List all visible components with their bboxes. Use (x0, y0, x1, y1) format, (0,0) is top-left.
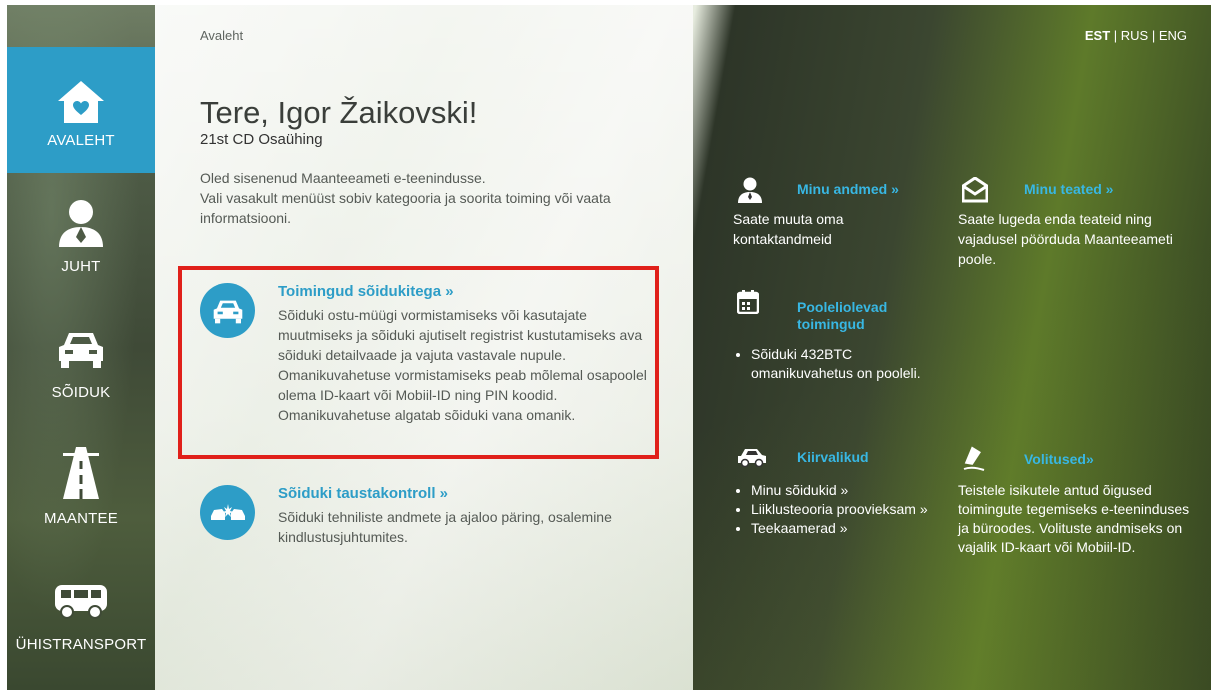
my-data-link[interactable]: Minu andmed » (797, 181, 899, 198)
quick-link-theory-exam[interactable]: Liiklusteooria proovieksam » (751, 500, 973, 519)
car-crash-icon[interactable] (200, 485, 255, 540)
sidebar-item-maantee[interactable]: MAANTEE (7, 425, 155, 551)
sidebar-item-label: JUHT (61, 258, 101, 275)
language-switcher: EST | RUS | ENG (1085, 28, 1187, 43)
pending-list: Sõiduki 432BTC omanikuvahetus on pooleli… (733, 345, 951, 383)
quick-links-list: Minu sõidukid » Liiklusteooria proovieks… (733, 481, 973, 538)
home-icon (58, 81, 104, 123)
powers-link[interactable]: Volitused» (1024, 451, 1094, 468)
vehicle-operations-text: Sõiduki ostu-müügi vormistamiseks või ka… (278, 307, 647, 423)
card-vehicle-operations: Toimingud sõidukitega » Sõiduki ostu-müü… (200, 283, 660, 433)
lang-separator: | (1148, 28, 1159, 43)
quick-link-road-cameras[interactable]: Teekaamerad » (751, 519, 973, 538)
company-name: 21st CD Osaühing (200, 131, 323, 148)
list-item: Sõiduki 432BTC omanikuvahetus on pooleli… (751, 345, 951, 383)
main-content: Avaleht Tere, Igor Žaikovski! 21st CD Os… (155, 5, 693, 690)
sidebar-item-soiduk[interactable]: SÕIDUK (7, 299, 155, 425)
intro-line-2: Vali vasakult menüüst sobiv kategooria j… (200, 190, 611, 226)
quick-link-my-vehicles[interactable]: Minu sõidukid » (751, 481, 973, 500)
intro-text: Oled sisenenud Maanteeameti e-teeninduss… (200, 168, 670, 228)
lang-separator: | (1110, 28, 1121, 43)
lang-rus-link[interactable]: RUS (1121, 28, 1148, 43)
car-icon (59, 333, 103, 368)
my-messages-link[interactable]: Minu teated » (1024, 181, 1113, 198)
pending-block: Pooleliolevad toimingud Sõiduki 432BTC o… (733, 290, 973, 383)
user-icon (738, 177, 762, 203)
sidebar-item-label: ÜHISTRANSPORT (15, 636, 147, 653)
my-messages-block: Minu teated » Saate lugeda enda teateid … (958, 177, 1198, 269)
sidebar-item-label: AVALEHT (47, 132, 115, 149)
page-title: Tere, Igor Žaikovski! (200, 95, 478, 130)
sidebar-item-avaleht[interactable]: AVALEHT (7, 47, 155, 173)
pen-icon (963, 446, 985, 471)
car-icon[interactable] (200, 283, 255, 338)
bus-icon (55, 585, 107, 619)
calendar-icon (737, 290, 759, 314)
sidebar-item-uhistransport[interactable]: ÜHISTRANSPORT (7, 551, 155, 677)
car-icon (738, 449, 766, 467)
quick-links-block: Kiirvalikud Minu sõidukid » Liiklusteoor… (733, 447, 973, 538)
driver-icon (59, 200, 103, 247)
powers-text: Teistele isikutele antud õigused toiming… (958, 482, 1190, 555)
intro-line-1: Oled sisenenud Maanteeameti e-teeninduss… (200, 170, 486, 186)
page-frame: AVALEHT JUHT SÕIDUK MAANTEE ÜHISTRANSPOR… (7, 5, 1211, 690)
sidebar-item-label: MAANTEE (44, 510, 118, 527)
pending-title-line-1: Pooleliolevad (797, 299, 888, 315)
lang-eng-link[interactable]: ENG (1159, 28, 1187, 43)
envelope-icon (962, 177, 988, 203)
pending-title-line-2: toimingud (797, 316, 865, 332)
quick-links-title: Kiirvalikud (797, 449, 869, 465)
pending-link[interactable]: Pooleliolevad toimingud (797, 299, 887, 333)
sidebar-item-juht[interactable]: JUHT (7, 173, 155, 299)
sidebar-nav: AVALEHT JUHT SÕIDUK MAANTEE ÜHISTRANSPOR… (7, 5, 155, 690)
vehicle-operations-link[interactable]: Toimingud sõidukitega » (278, 283, 454, 300)
powers-block: Volitused» Teistele isikutele antud õigu… (958, 445, 1198, 557)
sidebar-item-label: SÕIDUK (51, 384, 111, 401)
card-background-check: Sõiduki taustakontroll » Sõiduki tehnili… (200, 485, 660, 555)
right-panel: EST | RUS | ENG Minu andmed » Saate muut… (693, 5, 1211, 690)
breadcrumb[interactable]: Avaleht (200, 28, 243, 43)
background-check-text: Sõiduki tehniliste andmete ja ajaloo pär… (278, 509, 612, 545)
road-icon (63, 447, 99, 499)
lang-est-link[interactable]: EST (1085, 28, 1110, 43)
my-data-block: Minu andmed » Saate muuta oma kontaktand… (733, 177, 973, 249)
background-check-link[interactable]: Sõiduki taustakontroll » (278, 485, 448, 502)
